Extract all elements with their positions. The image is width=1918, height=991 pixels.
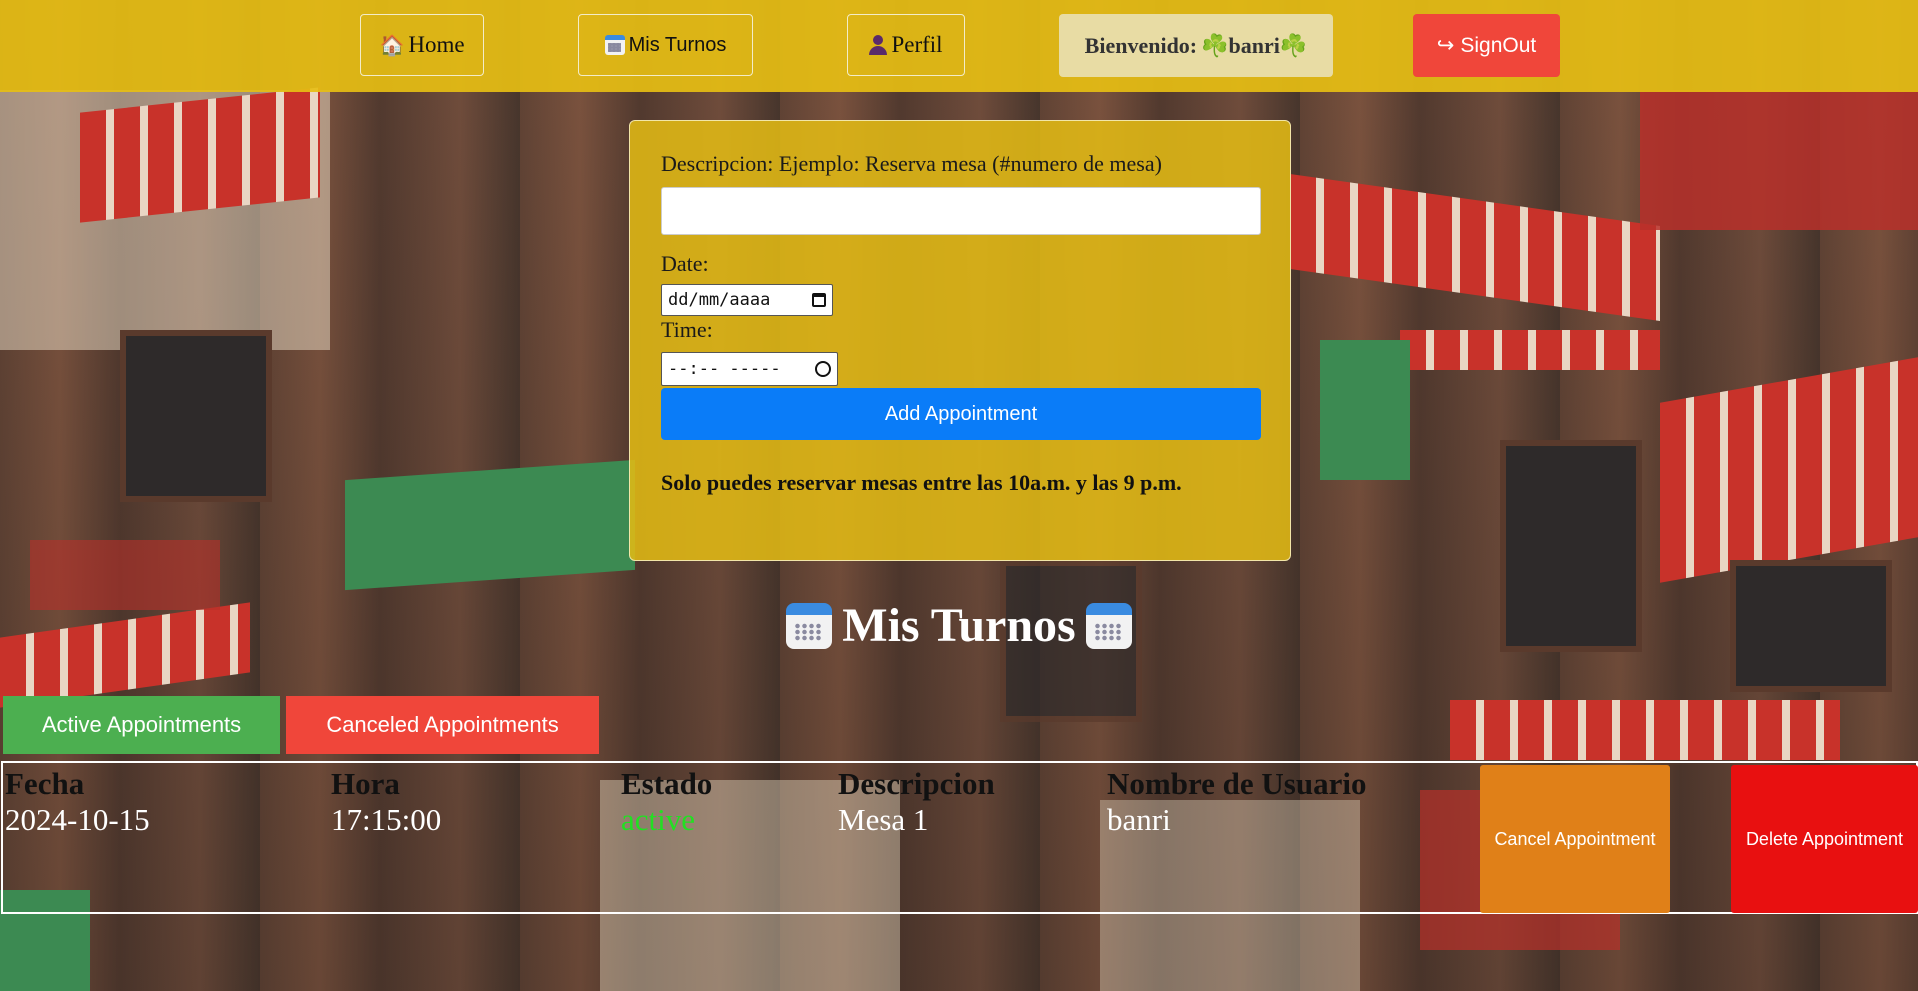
hora-header: Hora	[331, 766, 400, 801]
appointment-form: Descripcion: Ejemplo: Reserva mesa (#num…	[629, 120, 1291, 561]
calendar-picker-icon[interactable]	[812, 293, 826, 307]
estado-header: Estado	[621, 766, 713, 801]
welcome-label: Bienvenido:	[1084, 32, 1198, 58]
date-label: Date:	[661, 251, 709, 276]
fecha-value: 2024-10-15	[5, 802, 150, 837]
clover-icon: ☘️	[1201, 32, 1229, 58]
description-input[interactable]	[661, 187, 1261, 235]
hora-column: Hora 17:15:00	[331, 766, 441, 838]
delete-appointment-button[interactable]: Delete Appointment	[1731, 765, 1918, 913]
active-appointments-tab[interactable]: Active Appointments	[3, 696, 280, 754]
time-placeholder: --:-- -----	[668, 359, 781, 379]
fecha-column: Fecha 2024-10-15	[5, 766, 150, 838]
calendar-icon	[1085, 602, 1132, 649]
cancel-appointment-button[interactable]: Cancel Appointment	[1480, 765, 1670, 913]
usuario-value: banri	[1107, 802, 1171, 837]
appointments-table: Fecha 2024-10-15 Hora 17:15:00 Estado ac…	[1, 761, 1918, 914]
add-appointment-button[interactable]: Add Appointment	[661, 388, 1261, 440]
signout-label: SignOut	[1460, 33, 1537, 57]
usuario-column: Nombre de Usuario banri	[1107, 766, 1366, 838]
welcome-username: banri	[1228, 32, 1280, 58]
description-label: Descripcion: Ejemplo: Reserva mesa (#num…	[661, 151, 1162, 176]
mis-turnos-button[interactable]: Mis Turnos	[578, 14, 753, 76]
page-title: Mis Turnos	[0, 598, 1918, 653]
page-title-text: Mis Turnos	[842, 599, 1076, 652]
usuario-header: Nombre de Usuario	[1107, 766, 1367, 801]
welcome-badge: Bienvenido: ☘️ banri ☘️	[1059, 14, 1333, 77]
canceled-appointments-tab[interactable]: Canceled Appointments	[286, 696, 599, 754]
date-placeholder: dd/mm/aaaa	[668, 290, 771, 310]
descripcion-value: Mesa 1	[838, 802, 929, 837]
time-input[interactable]: --:-- -----	[661, 352, 838, 386]
fecha-header: Fecha	[5, 766, 85, 801]
house-icon: 🏠	[379, 34, 405, 57]
perfil-button[interactable]: Perfil	[847, 14, 965, 76]
descripcion-header: Descripcion	[838, 766, 995, 801]
estado-column: Estado active	[621, 766, 712, 838]
perfil-label: Perfil	[891, 32, 943, 57]
home-label: Home	[408, 32, 465, 57]
estado-value: active	[621, 802, 696, 837]
calendar-icon	[604, 35, 625, 55]
clover-icon: ☘️	[1279, 32, 1308, 58]
top-nav-bar: 🏠 Home Mis Turnos Perfil Bienvenido: ☘️ …	[0, 0, 1918, 92]
calendar-icon	[786, 602, 833, 649]
reservation-hours-note: Solo puedes reservar mesas entre las 10a…	[661, 470, 1182, 495]
time-label: Time:	[661, 317, 713, 342]
person-icon	[869, 35, 888, 55]
hora-value: 17:15:00	[331, 802, 442, 837]
clock-icon[interactable]	[815, 361, 831, 377]
descripcion-column: Descripcion Mesa 1	[838, 766, 995, 838]
signout-button[interactable]: ↪ SignOut	[1413, 14, 1560, 77]
home-button[interactable]: 🏠 Home	[360, 14, 484, 76]
date-input[interactable]: dd/mm/aaaa	[661, 284, 833, 316]
signout-arrow-icon: ↪	[1436, 34, 1455, 57]
mis-turnos-label: Mis Turnos	[628, 33, 727, 56]
